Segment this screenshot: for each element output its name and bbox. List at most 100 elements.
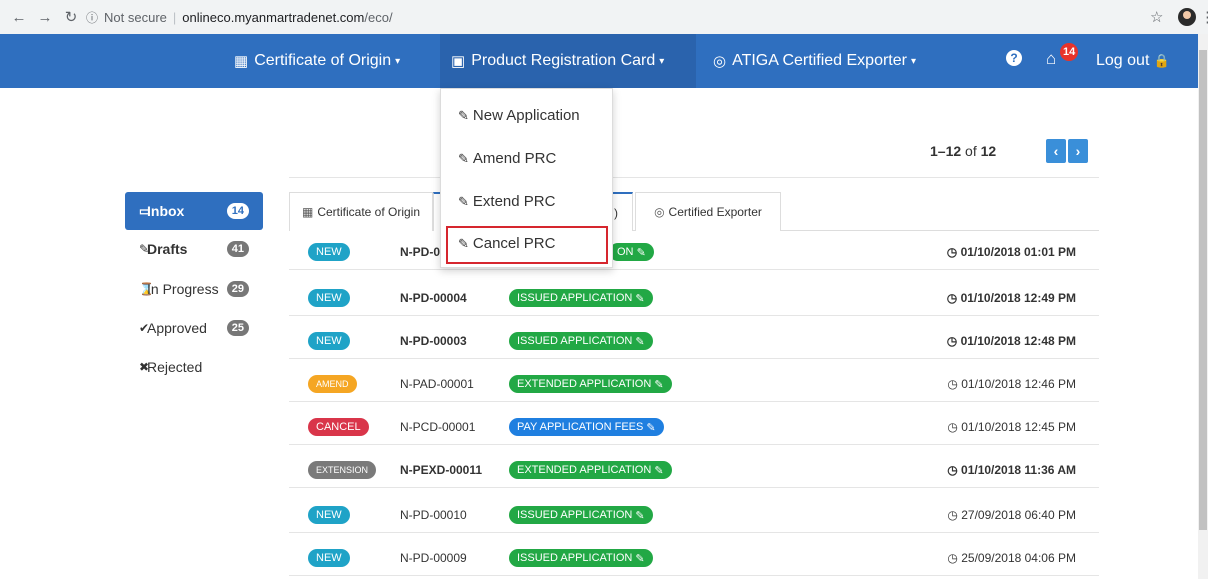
caret-down-icon: ▾ — [910, 55, 916, 67]
scrollbar-thumb[interactable] — [1199, 50, 1207, 530]
status-label: EXTENDED APPLICATION — [517, 464, 652, 476]
status-badge: ISSUED APPLICATION ✎ — [509, 332, 653, 350]
pagination-of: of — [965, 143, 977, 159]
menu-item-label: New Application — [472, 107, 580, 124]
reload-icon[interactable]: ↻ — [60, 6, 82, 28]
status-badge: ISSUED APPLICATION ✎ — [509, 289, 653, 307]
clock-icon: ◷ — [947, 420, 958, 434]
tag-icon: ✎ — [635, 509, 645, 522]
caret-down-icon: ▾ — [659, 55, 665, 67]
sidebar-item-approved[interactable]: ✔ Approved 25 — [125, 309, 263, 347]
tab-label: Certificate of Origin — [317, 205, 421, 219]
inbox-icon: ▭ — [139, 204, 151, 218]
prev-page-button[interactable]: ‹ — [1046, 139, 1066, 163]
logout-label: Log out — [1096, 52, 1150, 69]
hourglass-icon: ⌛ — [139, 282, 154, 296]
back-icon[interactable]: ← — [8, 6, 30, 28]
timestamp-value: 01/10/2018 12:45 PM — [961, 420, 1076, 434]
logout-link[interactable]: Log out 🔒 — [1096, 52, 1170, 70]
nav-product-registration-card[interactable]: ▣ Product Registration Card ▾ — [451, 52, 664, 70]
sidebar-item-inbox[interactable]: ▭ Inbox 14 — [125, 192, 263, 230]
status-label: ISSUED APPLICATION — [517, 335, 633, 347]
type-badge: NEW — [308, 332, 350, 350]
nav-certificate-of-origin[interactable]: ▦ Certificate of Origin ▾ — [234, 52, 400, 70]
table-row[interactable]: AMEND N-PAD-00001 EXTENDED APPLICATION ✎… — [289, 364, 1099, 402]
reference-number: N-PCD-00001 — [400, 420, 476, 434]
address-bar[interactable]: ⓘ Not secure | onlineco.myanmartradenet.… — [86, 5, 1126, 29]
type-badge: NEW — [308, 289, 350, 307]
clock-icon: ◷ — [947, 463, 958, 477]
tag-icon: ✎ — [635, 552, 645, 565]
type-badge: NEW — [308, 549, 350, 567]
divider — [289, 177, 1099, 178]
reference-number: N-PAD-00001 — [400, 377, 474, 391]
nav-atiga-certified-exporter[interactable]: ◎ ATIGA Certified Exporter ▾ — [713, 52, 916, 70]
table-row[interactable]: EXTENSION N-PEXD-00011 EXTENDED APPLICAT… — [289, 450, 1099, 488]
info-icon[interactable]: ⓘ — [86, 9, 98, 26]
status-badge: ISSUED APPLICATION ✎ — [509, 506, 653, 524]
tag-icon: ✎ — [635, 335, 645, 348]
count-badge: 41 — [226, 241, 249, 257]
tag-icon: ✎ — [646, 421, 656, 434]
status-badge: ON ✎ — [609, 243, 654, 261]
help-icon[interactable]: ? — [1006, 50, 1022, 66]
card-icon: ▣ — [451, 53, 466, 70]
page-scrollbar[interactable] — [1198, 34, 1208, 579]
menu-item-label: Extend PRC — [472, 193, 556, 210]
certificate-icon: ▦ — [301, 205, 314, 219]
tab-label: ) — [614, 205, 618, 220]
type-badge: NEW — [308, 506, 350, 524]
count-badge: 25 — [226, 320, 249, 336]
table-row[interactable]: CANCEL N-PCD-00001 PAY APPLICATION FEES … — [289, 407, 1099, 445]
browser-menu-icon[interactable]: ⋮ — [1200, 8, 1208, 26]
home-icon[interactable]: ⌂ — [1046, 49, 1056, 69]
pagination-info: 1–12 of 12 — [930, 143, 996, 159]
status-label: ISSUED APPLICATION — [517, 292, 633, 304]
tab-certified-exporter[interactable]: ◎ Certified Exporter — [635, 192, 781, 231]
profile-avatar[interactable] — [1178, 8, 1196, 26]
type-badge: AMEND — [308, 375, 357, 393]
reference-number: N-PD-0 — [400, 245, 441, 259]
pagination-total: 12 — [980, 143, 997, 159]
table-row[interactable]: NEW N-PD-00004 ISSUED APPLICATION ✎ ◷ 01… — [289, 278, 1099, 316]
tag-icon: ✎ — [654, 378, 664, 391]
certificate-icon: ▦ — [234, 53, 249, 70]
timestamp-value: 25/09/2018 04:06 PM — [961, 551, 1076, 565]
timestamp: ◷ 01/10/2018 12:46 PM — [947, 377, 1076, 391]
timestamp: ◷ 25/09/2018 04:06 PM — [947, 551, 1076, 565]
type-badge: EXTENSION — [308, 461, 377, 479]
table-row[interactable]: NEW N-PD-00009 ISSUED APPLICATION ✎ ◷ 25… — [289, 538, 1099, 576]
sidebar-item-in-progress[interactable]: ⌛ In Progress 29 — [125, 270, 263, 308]
menu-item-extend-prc[interactable]: ✎ Extend PRC — [458, 193, 555, 210]
sidebar-item-label: Drafts — [147, 241, 188, 257]
type-badge: CANCEL — [308, 418, 369, 436]
times-circle-icon: ✖ — [139, 360, 150, 374]
url-domain: onlineco.myanmartradenet.com — [182, 9, 365, 25]
table-row[interactable]: NEW N-PD-00010 ISSUED APPLICATION ✎ ◷ 27… — [289, 495, 1099, 533]
forward-icon[interactable]: → — [34, 6, 56, 28]
timestamp-value: 01/10/2018 12:46 PM — [961, 377, 1076, 391]
timestamp-value: 01/10/2018 12:49 PM — [960, 291, 1076, 305]
menu-item-new-application[interactable]: ✎ New Application — [458, 107, 580, 124]
menu-item-amend-prc[interactable]: ✎ Amend PRC — [458, 150, 556, 167]
count-badge: 29 — [226, 281, 249, 297]
next-page-button[interactable]: › — [1068, 139, 1088, 163]
caret-down-icon: ▾ — [395, 55, 401, 67]
table-row[interactable]: NEW N-PD-0 ON ✎ ◷ 01/10/2018 01:01 PM — [289, 232, 1099, 270]
reference-number: N-PD-00003 — [400, 334, 467, 348]
sidebar-item-rejected[interactable]: ✖ Rejected — [125, 348, 263, 386]
bookmark-star-icon[interactable]: ☆ — [1150, 8, 1163, 26]
timestamp: ◷ 27/09/2018 06:40 PM — [947, 508, 1076, 522]
lock-icon: 🔒 — [1153, 53, 1171, 68]
tab-certificate-of-origin[interactable]: ▦ Certificate of Origin — [289, 192, 433, 231]
security-label: Not secure — [104, 9, 167, 25]
nav-certificate-of-origin-label: Certificate of Origin — [254, 52, 392, 69]
pencil-icon: ✎ — [458, 194, 469, 209]
sidebar-item-drafts[interactable]: ✎ Drafts 41 — [125, 230, 263, 268]
count-badge: 14 — [226, 203, 249, 219]
tab-label: Certified Exporter — [668, 205, 762, 219]
table-row[interactable]: NEW N-PD-00003 ISSUED APPLICATION ✎ ◷ 01… — [289, 321, 1099, 359]
nav-product-registration-card-label: Product Registration Card — [471, 52, 656, 69]
timestamp: ◷ 01/10/2018 12:48 PM — [947, 334, 1076, 348]
exporter-icon: ◎ — [654, 205, 665, 219]
